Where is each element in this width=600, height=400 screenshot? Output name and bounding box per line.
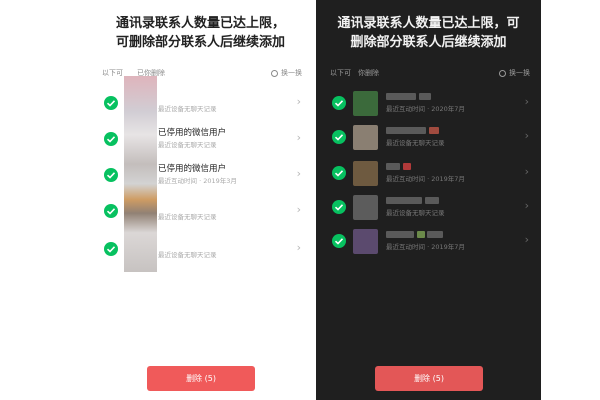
- check-circle-icon[interactable]: [104, 96, 118, 110]
- chevron-right-icon: ›: [296, 167, 301, 180]
- delete-button[interactable]: 删除 (5): [147, 366, 255, 391]
- chevron-right-icon: ›: [296, 131, 301, 144]
- light-mode-screen: 通讯录联系人数量已达上限， 可删除部分联系人后继续添加 以下可 已你删除 换一换…: [88, 0, 313, 400]
- chevron-right-icon: ›: [296, 241, 301, 254]
- delete-button[interactable]: 删除 (5): [375, 366, 483, 391]
- list-hint: 以下可 你删除: [330, 69, 379, 77]
- contact-name: 已停用的微信用户: [158, 164, 227, 174]
- avatar: [353, 195, 378, 220]
- list-header: 以下可 你删除 换一换: [330, 66, 530, 80]
- chevron-right-icon: ›: [296, 95, 301, 108]
- refresh-button[interactable]: 换一换: [499, 66, 530, 80]
- contact-subtitle: 最近设备无聊天记录: [158, 105, 217, 113]
- contact-subtitle: 最近互动时间 · 2020年7月: [386, 105, 465, 113]
- chevron-right-icon: ›: [296, 203, 301, 216]
- contact-row[interactable]: 最近设备无聊天记录 ›: [98, 90, 303, 120]
- refresh-icon: [271, 69, 278, 77]
- headline-line-1: 通讯录联系人数量已达上限，可: [337, 16, 520, 31]
- check-circle-icon[interactable]: [332, 200, 346, 214]
- contact-row[interactable]: 最近设备无聊天记录 ›: [326, 194, 531, 224]
- contact-row[interactable]: 最近互动时间 · 2019年7月 ›: [326, 160, 531, 190]
- contact-row[interactable]: 已停用的微信用户 最近互动时间 · 2019年3月 ›: [98, 162, 303, 192]
- headline-line-1: 通讯录联系人数量已达上限，: [115, 16, 285, 31]
- refresh-button[interactable]: 换一换: [271, 66, 302, 80]
- check-circle-icon[interactable]: [332, 96, 346, 110]
- contact-subtitle: 最近设备无聊天记录: [386, 139, 445, 147]
- contact-name: [386, 91, 431, 103]
- refresh-label: 换一换: [281, 69, 302, 77]
- check-circle-icon[interactable]: [104, 204, 118, 218]
- contact-subtitle: 最近设备无聊天记录: [158, 213, 217, 221]
- avatar: [353, 229, 378, 254]
- limit-headline: 通讯录联系人数量已达上限， 可删除部分联系人后继续添加: [88, 14, 313, 52]
- chevron-right-icon: ›: [524, 199, 529, 212]
- contact-row[interactable]: 最近互动时间 · 2019年7月 ›: [326, 228, 531, 258]
- contact-subtitle: 最近设备无聊天记录: [386, 209, 445, 217]
- contact-name: [386, 161, 411, 173]
- refresh-label: 换一换: [509, 69, 530, 77]
- contact-name: [386, 195, 439, 207]
- contact-subtitle: 最近设备无聊天记录: [158, 141, 217, 149]
- contact-subtitle: 最近互动时间 · 2019年7月: [386, 243, 465, 251]
- contact-row[interactable]: 最近设备无聊天记录 ›: [326, 124, 531, 154]
- chevron-right-icon: ›: [524, 129, 529, 142]
- contact-name: [386, 125, 439, 137]
- contact-subtitle: 最近互动时间 · 2019年3月: [158, 177, 237, 185]
- chevron-right-icon: ›: [524, 95, 529, 108]
- contact-subtitle: 最近互动时间 · 2019年7月: [386, 175, 465, 183]
- check-circle-icon[interactable]: [332, 130, 346, 144]
- contact-row[interactable]: 已停用的微信用户 最近设备无聊天记录 ›: [98, 126, 303, 156]
- check-circle-icon[interactable]: [332, 234, 346, 248]
- limit-headline: 通讯录联系人数量已达上限，可 删除部分联系人后继续添加: [316, 14, 541, 52]
- check-circle-icon[interactable]: [104, 132, 118, 146]
- check-circle-icon[interactable]: [332, 166, 346, 180]
- headline-line-2: 可删除部分联系人后继续添加: [115, 35, 285, 50]
- dark-mode-screen: 通讯录联系人数量已达上限，可 删除部分联系人后继续添加 以下可 你删除 换一换 …: [316, 0, 541, 400]
- headline-line-2: 删除部分联系人后继续添加: [350, 35, 507, 50]
- refresh-icon: [499, 69, 506, 77]
- contact-name: [386, 229, 444, 241]
- contact-row[interactable]: 最近互动时间 · 2020年7月 ›: [326, 90, 531, 120]
- contact-row[interactable]: 最近设备无聊天记录 ›: [98, 236, 303, 266]
- check-circle-icon[interactable]: [104, 242, 118, 256]
- chevron-right-icon: ›: [524, 233, 529, 246]
- contact-name: 已停用的微信用户: [158, 128, 227, 138]
- avatar: [353, 91, 378, 116]
- avatar: [353, 161, 378, 186]
- contact-subtitle: 最近设备无聊天记录: [158, 251, 217, 259]
- chevron-right-icon: ›: [524, 165, 529, 178]
- check-circle-icon[interactable]: [104, 168, 118, 182]
- contact-row[interactable]: 最近设备无聊天记录 ›: [98, 198, 303, 228]
- avatar: [353, 125, 378, 150]
